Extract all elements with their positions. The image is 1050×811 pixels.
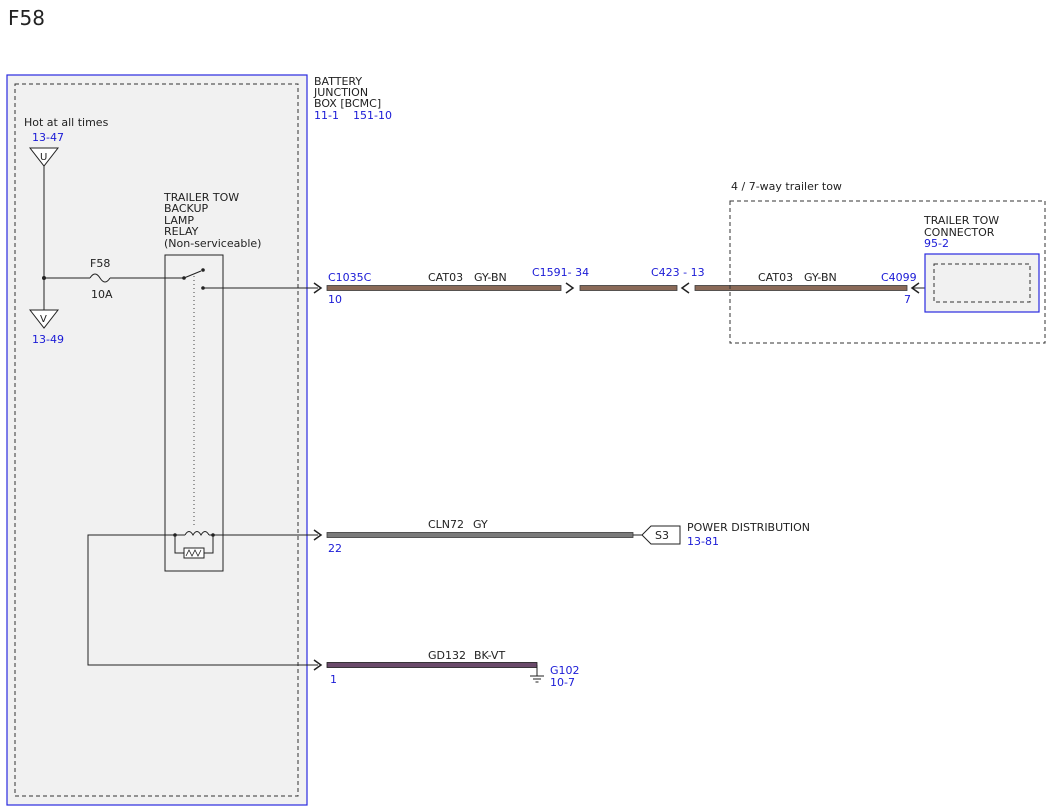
power-u-label: U xyxy=(40,152,47,163)
ref-13-47[interactable]: 13-47 xyxy=(32,131,64,144)
bjb-ref-2[interactable]: 151-10 xyxy=(353,109,392,122)
trailer-area-label: 4 / 7-way trailer tow xyxy=(731,180,842,193)
wire-cln72 xyxy=(326,532,634,538)
wiring-diagram: BATTERY JUNCTION BOX [BCMC] 11-1 151-10 … xyxy=(6,74,1046,806)
trailer-connector-outline xyxy=(924,253,1040,313)
hot-at-all-times-label: Hot at all times xyxy=(24,116,109,129)
fuse-rating: 10A xyxy=(91,288,113,301)
relay-contact-no xyxy=(201,268,205,272)
power-v-label: V xyxy=(40,314,47,325)
ref-13-49[interactable]: 13-49 xyxy=(32,333,64,346)
wire-gd132-label: GD132 xyxy=(428,649,466,662)
connector-c1035c-pin: 10 xyxy=(328,293,342,306)
relay-label-line5: (Non-serviceable) xyxy=(164,237,261,250)
splice-s3-label: S3 xyxy=(655,529,669,542)
wire-cat03-label-2: CAT03 xyxy=(758,271,793,284)
connector-c4099[interactable]: C4099 xyxy=(881,271,917,284)
connector-c423-icon xyxy=(680,282,690,294)
wire-bk-vt-label: BK-VT xyxy=(474,649,505,662)
fuse-name: F58 xyxy=(90,257,110,270)
wire-gy-bn-label-2: GY-BN xyxy=(804,271,837,284)
coil-suppression-resistor-icon xyxy=(183,547,205,559)
connector-pin-1: 1 xyxy=(330,673,337,686)
wire-gd132 xyxy=(326,662,538,668)
ground-g102-ref[interactable]: 10-7 xyxy=(550,676,575,689)
connector-c423[interactable]: C423 - 13 xyxy=(651,266,705,279)
trailer-connector-ref[interactable]: 95-2 xyxy=(924,237,949,250)
bjb-outline xyxy=(6,74,308,806)
power-distribution-ref[interactable]: 13-81 xyxy=(687,535,719,548)
wire-cat03-segment-2 xyxy=(694,285,908,291)
connector-pin-22: 22 xyxy=(328,542,342,555)
wire-cat03-segment-1 xyxy=(326,285,562,291)
wire-cat03-label-1: CAT03 xyxy=(428,271,463,284)
bjb-ref-1[interactable]: 11-1 xyxy=(314,109,339,122)
wire-gy-label: GY xyxy=(473,518,488,531)
wire-cat03-inline xyxy=(579,285,678,291)
connector-c1591[interactable]: C1591- 34 xyxy=(532,266,589,279)
connector-c1591-icon xyxy=(565,282,575,294)
power-distribution-label: POWER DISTRIBUTION xyxy=(687,521,810,534)
wire-cln72-label: CLN72 xyxy=(428,518,464,531)
wire-gy-bn-label-1: GY-BN xyxy=(474,271,507,284)
connector-c1035c[interactable]: C1035C xyxy=(328,271,372,284)
connector-c4099-pin: 7 xyxy=(904,293,911,306)
